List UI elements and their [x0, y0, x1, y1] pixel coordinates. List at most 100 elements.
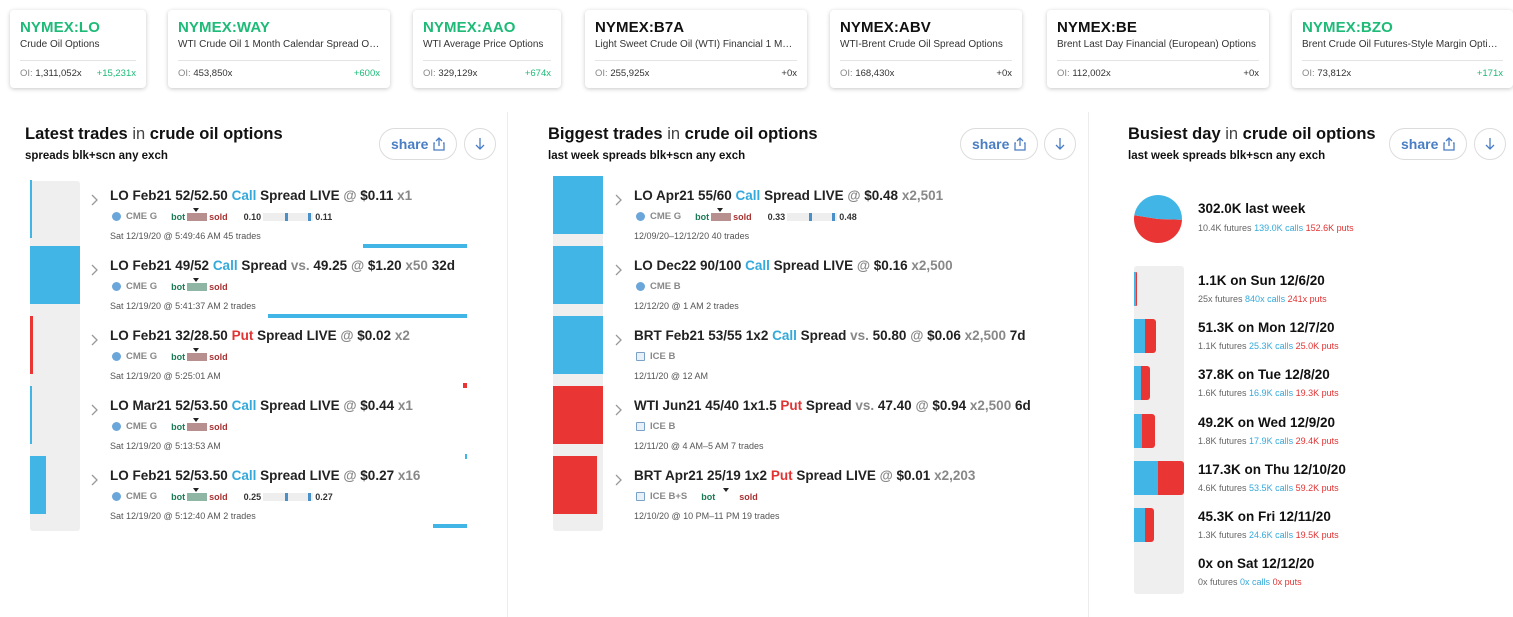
oi-change: +600x [353, 68, 380, 79]
trade-text: x16 [397, 468, 421, 483]
trade-description[interactable]: LO Feb21 32/28.50 Put Spread LIVE @ $0.0… [110, 328, 410, 343]
week-total: 302.0K last week [1198, 201, 1306, 216]
bot-sold-indicator [187, 277, 208, 291]
share-button[interactable]: share [960, 128, 1039, 160]
trade-text: x2 [394, 328, 410, 343]
share-icon [1014, 137, 1027, 151]
range-track [263, 212, 314, 221]
ticker-card[interactable]: NYMEX:BE Brent Last Day Financial (Europe… [1047, 10, 1269, 88]
ticker-description: Light Sweet Crude Oil (WTI) Financial 1 … [595, 39, 797, 50]
exchange-badge: ICE B [636, 351, 675, 362]
ticker-card[interactable]: NYMEX:WAY WTI Crude Oil 1 Month Calendar … [168, 10, 390, 88]
trade-description[interactable]: BRT Apr21 25/19 1x2 Put Spread LIVE @ $0… [634, 468, 975, 483]
trade-text: $0.27 [360, 468, 398, 483]
chevron-right-icon[interactable] [615, 194, 623, 206]
download-button[interactable] [1474, 128, 1506, 160]
trade-text: Call [231, 468, 257, 483]
trade-description[interactable]: LO Mar21 52/53.50 Call Spread LIVE @ $0.… [110, 398, 413, 413]
trade-description[interactable]: LO Apr21 55/60 Call Spread LIVE @ $0.48 … [634, 188, 943, 203]
arrow-down-icon [475, 138, 485, 150]
exchange-label: ICE B+S [650, 491, 688, 502]
day-calls: 53.5K calls [1249, 482, 1294, 493]
chevron-right-icon[interactable] [91, 404, 99, 416]
bot-sold-indicator [711, 207, 732, 221]
oi-change: +0x [996, 68, 1012, 79]
trade-text: 32d [431, 258, 455, 273]
sold-label: sold [209, 421, 228, 432]
trade-description[interactable]: LO Feb21 52/52.50 Call Spread LIVE @ $0.… [110, 188, 412, 203]
chevron-right-icon[interactable] [91, 474, 99, 486]
trade-text: Put [231, 328, 254, 343]
ticker-card[interactable]: NYMEX:BZO Brent Crude Oil Futures-Style M… [1292, 10, 1513, 88]
trade-text: @ [856, 258, 874, 273]
chevron-right-icon[interactable] [91, 194, 99, 206]
ticker-card[interactable]: NYMEX:AAO WTI Average Price Options OI: 32… [413, 10, 561, 88]
trade-text: Spread LIVE [769, 258, 857, 273]
divider [423, 60, 551, 61]
trade-description[interactable]: LO Feb21 49/52 Call Spread vs. 49.25 @ $… [110, 258, 455, 273]
trade-text: @ [915, 398, 933, 413]
chevron-right-icon[interactable] [615, 474, 623, 486]
chevron-right-icon[interactable] [91, 334, 99, 346]
ticker-description: WTI Crude Oil 1 Month Calendar Spread Op… [178, 39, 380, 50]
exchange-label: CME G [650, 211, 682, 222]
trade-meta: ICE B+S bot sold [636, 487, 758, 502]
chevron-right-icon[interactable] [91, 264, 99, 276]
trade-volume-marker [465, 454, 467, 459]
divider [20, 60, 136, 61]
trade-text: $0.94 [932, 398, 970, 413]
trade-description[interactable]: LO Dec22 90/100 Call Spread LIVE @ $0.16… [634, 258, 953, 273]
chevron-right-icon[interactable] [615, 404, 623, 416]
trade-description[interactable]: BRT Feb21 53/55 1x2 Call Spread vs. 50.8… [634, 328, 1025, 343]
bot-label: bot [171, 211, 186, 222]
day-futures: 1.6K futures [1198, 388, 1247, 399]
ticker-description: WTI Average Price Options [423, 39, 544, 50]
ticker-card[interactable]: NYMEX:ABV WTI-Brent Crude Oil Spread Opti… [830, 10, 1022, 88]
panel-divider [507, 112, 508, 617]
ticker-symbol: NYMEX:ABV [840, 19, 931, 36]
exchange-badge: ICE B+S [636, 491, 687, 502]
day-futures: 1.8K futures [1198, 435, 1247, 446]
ticker-card[interactable]: NYMEX:B7A Light Sweet Crude Oil (WTI) Fin… [585, 10, 807, 88]
day-headline[interactable]: 0x on Sat 12/12/20 [1198, 556, 1314, 571]
trade-description[interactable]: LO Feb21 52/53.50 Call Spread LIVE @ $0.… [110, 468, 420, 483]
trade-time: 12/10/20 @ 10 PM–11 PM 19 trades [634, 511, 780, 521]
trade-text: x2,500 [969, 398, 1015, 413]
ticker-card[interactable]: NYMEX:LO Crude Oil Options OI: 1,311,052x +… [10, 10, 146, 88]
trade-description[interactable]: WTI Jun21 45/40 1x1.5 Put Spread vs. 47.… [634, 398, 1031, 413]
trade-size-bar [553, 456, 597, 514]
bot-sold-indicator [187, 347, 208, 361]
sold-label: sold [739, 491, 758, 502]
day-headline[interactable]: 45.3K on Fri 12/11/20 [1198, 509, 1331, 524]
chevron-right-icon[interactable] [615, 264, 623, 276]
day-headline[interactable]: 51.3K on Mon 12/7/20 [1198, 320, 1335, 335]
download-button[interactable] [1044, 128, 1076, 160]
day-futures: 4.6K futures [1198, 482, 1247, 493]
trade-meta: CME G bot sold [112, 417, 228, 432]
trade-text: Call [231, 188, 257, 203]
open-interest: 329,129x [438, 68, 478, 79]
trade-size-bar [30, 456, 46, 514]
oi-change: +0x [781, 68, 797, 79]
divider [1057, 60, 1259, 61]
day-calls: 24.6K calls [1249, 530, 1294, 540]
trade-time: Sat 12/19/20 @ 5:25:01 AM [110, 371, 221, 381]
exchange-icon [112, 212, 121, 221]
day-calls-bar [1134, 366, 1142, 401]
exchange-label: CME B [650, 281, 681, 292]
price-range: 0.10 0.11 [244, 212, 333, 222]
exchange-icon [636, 352, 645, 361]
trade-text: x1 [397, 398, 413, 413]
exchange-badge: CME G [112, 281, 157, 292]
trade-meta: CME B [636, 281, 681, 292]
share-button[interactable]: share [1389, 128, 1468, 160]
day-headline[interactable]: 37.8K on Tue 12/8/20 [1198, 367, 1330, 382]
day-headline[interactable]: 49.2K on Wed 12/9/20 [1198, 415, 1335, 430]
chevron-right-icon[interactable] [615, 334, 623, 346]
exchange-label: CME G [126, 211, 158, 222]
day-calls-bar [1134, 319, 1146, 354]
share-button[interactable]: share [379, 128, 458, 160]
day-headline[interactable]: 117.3K on Thu 12/10/20 [1198, 462, 1346, 477]
download-button[interactable] [464, 128, 496, 160]
day-headline[interactable]: 1.1K on Sun 12/6/20 [1198, 273, 1325, 288]
